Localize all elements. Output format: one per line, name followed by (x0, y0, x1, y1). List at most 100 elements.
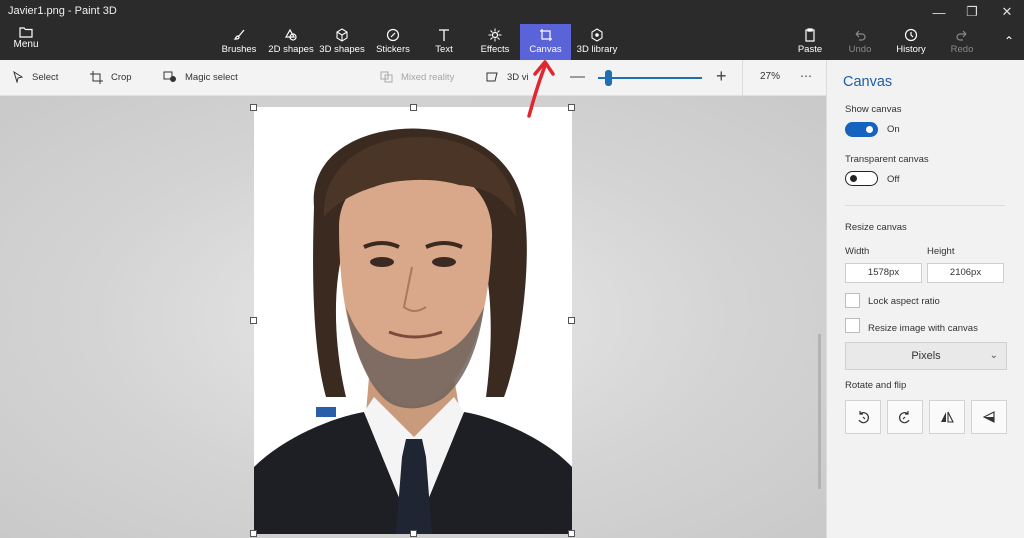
zoom-in-button[interactable]: + (716, 66, 727, 87)
transparent-canvas-toggle[interactable] (845, 171, 878, 186)
tool-redo[interactable]: Redo (950, 24, 974, 60)
effects-icon (488, 28, 502, 42)
magic-select-tool[interactable]: Magic select (163, 71, 238, 83)
menu-label: Menu (13, 39, 39, 50)
chevron-down-icon: ⌄ (989, 350, 998, 361)
tool-label: Stickers (376, 44, 410, 55)
tool-canvas[interactable]: Canvas (520, 24, 571, 60)
paste-icon (805, 28, 815, 42)
show-canvas-toggle[interactable] (845, 122, 878, 137)
tool-2d-shapes[interactable]: 2D shapes (268, 24, 314, 60)
flip-horizontal-button[interactable] (929, 400, 965, 434)
tool-label: 3D library (576, 44, 618, 55)
stickers-icon (386, 28, 400, 42)
panel-title: Canvas (843, 74, 893, 90)
magic-select-label: Magic select (185, 71, 238, 83)
transparent-canvas-state: Off (887, 174, 900, 185)
tool-text[interactable]: Text (430, 24, 458, 60)
rotate-right-button[interactable] (887, 400, 923, 434)
tool-paste[interactable]: Paste (797, 24, 823, 60)
tool-effects[interactable]: Effects (479, 24, 511, 60)
resize-canvas-label: Resize canvas (845, 222, 907, 233)
portrait-photo (254, 128, 572, 534)
tool-3d-library[interactable]: 3D library (575, 24, 619, 60)
transparent-canvas-label: Transparent canvas (845, 154, 929, 165)
tool-label: Redo (950, 44, 974, 55)
history-icon (904, 28, 918, 42)
text-icon (439, 29, 449, 41)
resize-handle-left[interactable] (250, 317, 257, 324)
show-canvas-label: Show canvas (845, 104, 902, 115)
folder-icon (19, 27, 33, 38)
cursor-icon (13, 71, 24, 83)
tool-brushes[interactable]: Brushes (221, 24, 257, 60)
tool-3d-shapes[interactable]: 3D shapes (319, 24, 365, 60)
select-tool[interactable]: Select (12, 71, 58, 83)
tool-label: Brushes (221, 44, 257, 55)
close-button[interactable]: ✕ (990, 0, 1024, 24)
crop-icon (90, 71, 103, 84)
resize-handle-top-right[interactable] (568, 104, 575, 111)
show-canvas-state: On (887, 124, 900, 135)
mixed-reality-icon (380, 71, 393, 83)
3d-shapes-icon (336, 28, 348, 42)
resize-handle-bottom-right[interactable] (568, 530, 575, 537)
title-ribbon-bar: Javier1.png - Paint 3D — ❐ ✕ Menu Brushe… (0, 0, 1024, 60)
window-title: Javier1.png - Paint 3D (8, 5, 117, 17)
zoom-value: 27% (760, 71, 781, 82)
tool-label: Paste (797, 44, 823, 55)
tool-label: Effects (480, 44, 510, 55)
zoom-out-button[interactable]: — (570, 68, 585, 85)
resize-image-checkbox[interactable] (845, 318, 860, 333)
height-field[interactable]: 2106px (927, 263, 1004, 283)
resize-handle-top[interactable] (410, 104, 417, 111)
lock-aspect-checkbox[interactable] (845, 293, 860, 308)
zoom-slider-track[interactable] (598, 77, 702, 79)
crop-tool[interactable]: Crop (90, 71, 132, 84)
tool-label: History (896, 44, 926, 55)
2d-shapes-icon (284, 28, 297, 41)
units-value: Pixels (911, 350, 941, 362)
tool-stickers[interactable]: Stickers (374, 24, 412, 60)
flip-horizontal-icon (941, 411, 954, 423)
rotate-left-icon (858, 411, 869, 424)
resize-image-label: Resize image with canvas (868, 323, 978, 334)
units-dropdown[interactable]: Pixels ⌄ (845, 342, 1007, 370)
resize-handle-right[interactable] (568, 317, 575, 324)
divider (742, 60, 743, 96)
canvas-properties-panel: Canvas Show canvas On Transparent canvas… (826, 60, 1024, 538)
rotate-left-button[interactable] (845, 400, 881, 434)
flip-vertical-icon (982, 411, 995, 423)
crop-label: Crop (111, 72, 132, 83)
tool-label: 2D shapes (268, 44, 314, 55)
collapse-ribbon-icon[interactable]: ⌃ (1004, 34, 1014, 48)
width-label: Width (845, 246, 870, 257)
red-arrow-annotation (527, 60, 555, 118)
height-label: Height (927, 246, 955, 257)
resize-handle-bottom[interactable] (410, 530, 417, 537)
tool-history[interactable]: History (895, 24, 927, 60)
mixed-reality-label: Mixed reality (401, 71, 455, 83)
more-options-icon[interactable]: ⋯ (800, 69, 813, 83)
maximize-button[interactable]: ❐ (955, 0, 989, 24)
toggle-knob (850, 174, 857, 182)
tool-label: Text (435, 44, 453, 55)
menu-button[interactable]: Menu (8, 26, 44, 50)
image-canvas[interactable] (254, 107, 572, 534)
resize-handle-top-left[interactable] (250, 104, 257, 111)
rotate-right-icon (899, 411, 910, 424)
redo-icon (956, 30, 967, 41)
flip-vertical-button[interactable] (971, 400, 1007, 434)
tool-undo[interactable]: Undo (847, 24, 873, 60)
canvas-icon (539, 29, 552, 41)
width-field[interactable]: 1578px (845, 263, 922, 283)
vertical-scrollbar[interactable] (818, 334, 821, 489)
lock-aspect-label: Lock aspect ratio (868, 296, 940, 307)
minimize-button[interactable]: — (922, 0, 956, 24)
toggle-knob (866, 126, 873, 133)
mixed-reality-tool[interactable]: Mixed reality (380, 71, 454, 83)
canvas-subtoolbar: Select Crop Magic select Mixed reality 3… (0, 60, 826, 96)
zoom-slider-thumb[interactable] (605, 70, 612, 86)
magic-select-icon (163, 71, 176, 82)
resize-handle-bottom-left[interactable] (250, 530, 257, 537)
